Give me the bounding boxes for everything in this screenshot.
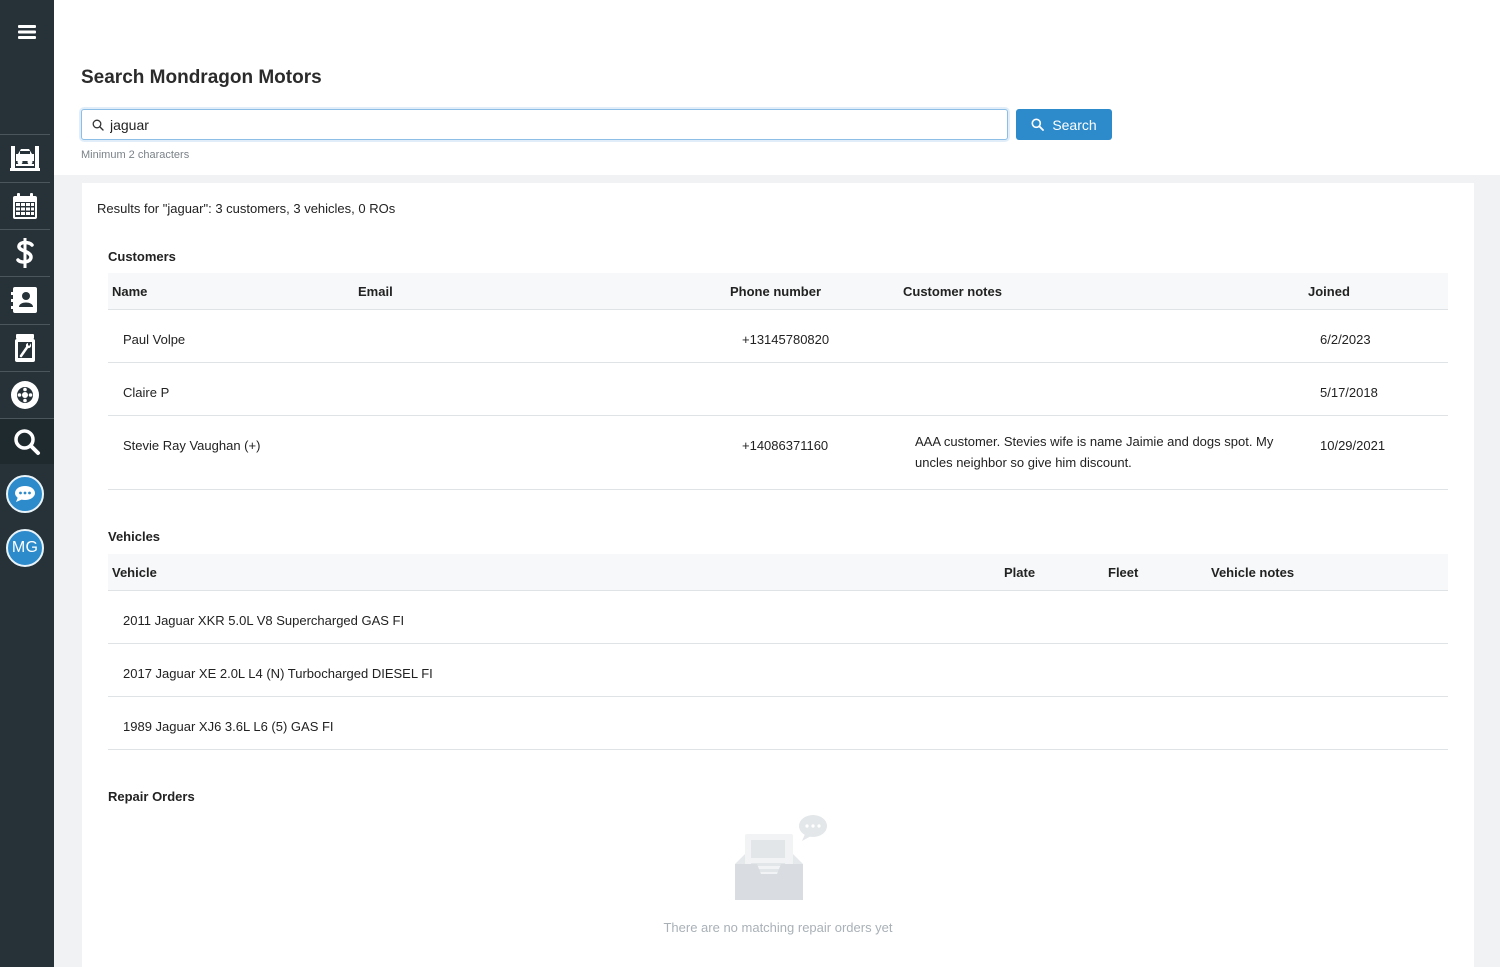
contact-card-icon <box>11 286 37 313</box>
chat-button[interactable] <box>6 475 44 513</box>
chat-bubble-icon <box>15 486 35 502</box>
car-lift-icon <box>10 145 40 171</box>
vehicle-row[interactable]: 1989 Jaguar XJ6 3.6L L6 (5) GAS FI <box>108 697 1448 750</box>
oil-can-wrench-icon <box>15 333 35 362</box>
vehicles-table-header: Vehicle Plate Fleet Vehicle notes <box>108 554 1448 591</box>
customer-joined: 5/17/2018 <box>1320 385 1378 400</box>
calendar-icon <box>13 192 37 219</box>
column-header-plate[interactable]: Plate <box>1004 565 1035 580</box>
search-button-label: Search <box>1052 116 1097 133</box>
search-button[interactable]: Search <box>1016 109 1112 140</box>
customer-phone: +14086371160 <box>742 438 829 453</box>
sidebar-item-contacts[interactable] <box>0 276 50 322</box>
repair-orders-section-title: Repair Orders <box>108 789 195 804</box>
search-icon <box>1031 118 1045 131</box>
customers-table-header: Name Email Phone number Customer notes J… <box>108 273 1448 310</box>
column-header-customer-notes[interactable]: Customer notes <box>903 284 1002 299</box>
customer-name[interactable]: Paul Volpe <box>123 329 185 350</box>
vehicle-row[interactable]: 2011 Jaguar XKR 5.0L V8 Supercharged GAS… <box>108 591 1448 644</box>
customer-row[interactable]: Paul Volpe +13145780820 6/2/2023 <box>108 310 1448 363</box>
search-input[interactable] <box>110 116 990 133</box>
column-header-vehicle[interactable]: Vehicle <box>112 565 157 580</box>
customers-section-title: Customers <box>108 249 176 264</box>
sidebar-item-parts[interactable] <box>0 324 50 370</box>
customer-joined: 6/2/2023 <box>1320 332 1371 347</box>
search-hint: Minimum 2 characters <box>81 149 190 161</box>
empty-inbox-icon <box>735 815 827 900</box>
sidebar-item-payments[interactable] <box>0 229 50 275</box>
search-header: Search Mondragon Motors Search Minimum 2… <box>54 0 1500 175</box>
customer-row[interactable]: Stevie Ray Vaughan (+) +14086371160 AAA … <box>108 416 1448 490</box>
sidebar-item-search[interactable] <box>0 418 54 464</box>
user-avatar[interactable]: MG <box>6 529 44 567</box>
results-summary: Results for "jaguar": 3 customers, 3 veh… <box>97 201 396 216</box>
sidebar-item-calendar[interactable] <box>0 182 50 228</box>
sidebar-item-service-bay[interactable] <box>0 134 50 180</box>
search-icon <box>14 428 40 455</box>
search-field[interactable] <box>81 109 1008 140</box>
vehicle-name[interactable]: 2017 Jaguar XE 2.0L L4 (N) Turbocharged … <box>123 663 433 684</box>
vehicle-name[interactable]: 2011 Jaguar XKR 5.0L V8 Supercharged GAS… <box>123 610 404 631</box>
customer-row[interactable]: Claire P 5/17/2018 <box>108 363 1448 416</box>
search-icon <box>92 119 104 131</box>
repair-orders-empty-text: There are no matching repair orders yet <box>663 920 893 935</box>
sidebar-item-tires[interactable] <box>0 371 50 417</box>
column-header-phone[interactable]: Phone number <box>730 284 821 299</box>
column-header-email[interactable]: Email <box>358 284 393 299</box>
menu-toggle-button[interactable] <box>0 8 54 56</box>
customers-table: Name Email Phone number Customer notes J… <box>108 273 1448 490</box>
vehicle-name[interactable]: 1989 Jaguar XJ6 3.6L L6 (5) GAS FI <box>123 716 334 737</box>
vehicles-section-title: Vehicles <box>108 529 161 544</box>
column-header-vehicle-notes[interactable]: Vehicle notes <box>1211 565 1294 580</box>
repair-orders-empty-state <box>82 808 1474 913</box>
column-header-name[interactable]: Name <box>112 284 147 299</box>
vehicles-table: Vehicle Plate Fleet Vehicle notes 2011 J… <box>108 554 1448 750</box>
vehicle-row[interactable]: 2017 Jaguar XE 2.0L L4 (N) Turbocharged … <box>108 644 1448 697</box>
customer-name[interactable]: Stevie Ray Vaughan (+) <box>123 435 260 456</box>
customer-joined: 10/29/2021 <box>1320 438 1386 453</box>
page-title: Search Mondragon Motors <box>81 67 322 88</box>
sidebar: MG <box>0 0 54 967</box>
dollar-icon <box>16 237 34 268</box>
customer-name[interactable]: Claire P <box>123 382 169 403</box>
hamburger-icon <box>18 25 36 39</box>
results-panel: Results for "jaguar": 3 customers, 3 veh… <box>82 183 1474 967</box>
column-header-joined[interactable]: Joined <box>1308 284 1350 299</box>
customer-notes: AAA customer. Stevies wife is name Jaimi… <box>915 434 1274 470</box>
tire-icon <box>11 380 39 409</box>
customer-phone: +13145780820 <box>742 332 830 347</box>
column-header-fleet[interactable]: Fleet <box>1108 565 1138 580</box>
